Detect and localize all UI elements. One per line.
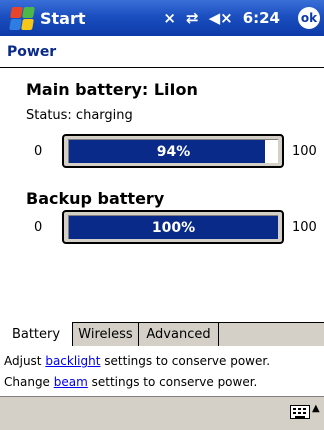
beam-link[interactable]: beam bbox=[54, 375, 88, 389]
status-icons: ⨯ ⇄ ◀× 6:24 bbox=[163, 0, 280, 36]
backlight-hint: Adjust backlight settings to conserve po… bbox=[4, 354, 270, 368]
backup-battery-max-label: 100 bbox=[292, 220, 317, 235]
tab-wireless[interactable]: Wireless bbox=[73, 323, 139, 347]
main-battery-percent: 94% bbox=[156, 143, 191, 160]
window-title[interactable]: Start bbox=[40, 9, 86, 28]
title-bar: Start ⨯ ⇄ ◀× 6:24 ok bbox=[0, 0, 324, 36]
backup-battery-meter: 100% bbox=[62, 210, 284, 244]
tab-strip: Battery Wireless Advanced bbox=[0, 322, 324, 347]
backlight-hint-suffix: settings to conserve power. bbox=[100, 354, 271, 368]
connectivity-off-icon[interactable]: ⨯ bbox=[163, 9, 176, 27]
backup-battery-title: Backup battery bbox=[26, 189, 165, 208]
beam-hint: Change beam settings to conserve power. bbox=[4, 375, 257, 389]
windows-start-icon[interactable] bbox=[6, 3, 36, 33]
hint-area: Adjust backlight settings to conserve po… bbox=[0, 346, 324, 396]
sync-icon[interactable]: ⇄ bbox=[186, 9, 199, 27]
backup-battery-min-label: 0 bbox=[34, 220, 43, 235]
tab-battery[interactable]: Battery bbox=[0, 322, 73, 347]
page-title: Power bbox=[0, 36, 324, 68]
main-battery-min-label: 0 bbox=[34, 144, 43, 159]
main-battery-max-label: 100 bbox=[292, 144, 317, 159]
page-title-label: Power bbox=[7, 43, 57, 60]
backlight-link[interactable]: backlight bbox=[45, 354, 100, 368]
keyboard-icon[interactable] bbox=[290, 405, 310, 419]
main-battery-title: Main battery: LiIon bbox=[26, 80, 198, 99]
ok-button[interactable]: ok bbox=[298, 7, 320, 29]
tab-strip-filler bbox=[219, 323, 324, 347]
speaker-muted-icon[interactable]: ◀× bbox=[209, 9, 233, 27]
backup-battery-percent: 100% bbox=[151, 219, 196, 236]
command-bar: ▲ bbox=[0, 396, 324, 430]
tab-advanced[interactable]: Advanced bbox=[139, 323, 219, 347]
beam-hint-suffix: settings to conserve power. bbox=[87, 375, 258, 389]
clock[interactable]: 6:24 bbox=[243, 9, 280, 27]
beam-hint-prefix: Change bbox=[4, 375, 54, 389]
battery-status: Status: charging bbox=[26, 108, 133, 123]
input-panel-arrow-icon[interactable]: ▲ bbox=[312, 403, 320, 414]
main-battery-meter: 94% bbox=[62, 134, 284, 168]
backlight-hint-prefix: Adjust bbox=[4, 354, 46, 368]
